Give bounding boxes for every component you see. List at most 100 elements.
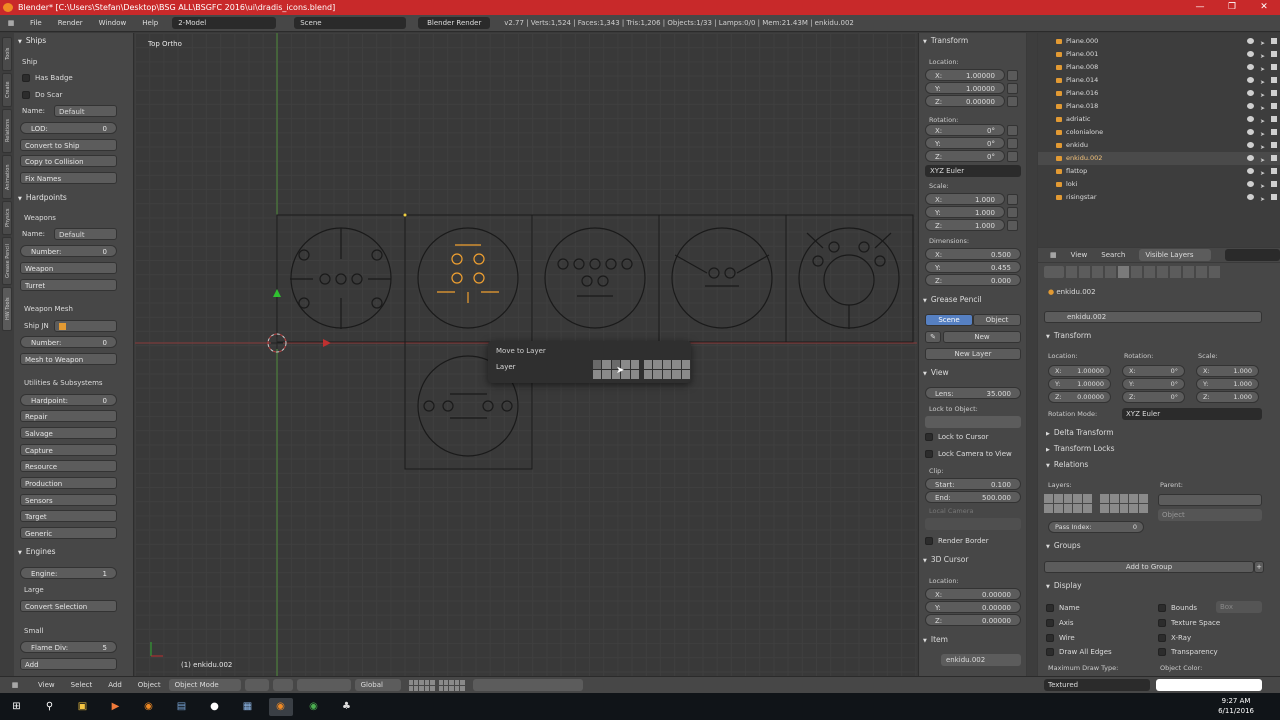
ships-header[interactable]: Ships: [18, 35, 46, 47]
ship-jn-field[interactable]: [54, 320, 117, 332]
world-tab-icon[interactable]: [1105, 266, 1116, 278]
weapon-number-field[interactable]: Number: 0: [20, 245, 117, 257]
np-local-camera-field[interactable]: [925, 518, 1021, 530]
display-axis-checkbox[interactable]: Axis: [1046, 618, 1074, 628]
editor-type-icon[interactable]: ▦: [0, 681, 30, 689]
outliner-item-selected[interactable]: enkidu.002 ➤: [1038, 152, 1280, 165]
app-icon-2[interactable]: ♣: [335, 698, 359, 716]
outliner-item[interactable]: loki ➤: [1038, 178, 1280, 191]
outliner-item[interactable]: Plane.018 ➤: [1038, 100, 1280, 113]
generic-button[interactable]: Generic: [20, 527, 117, 539]
np-grease-pencil-header[interactable]: Grease Pencil: [923, 294, 982, 306]
production-button[interactable]: Production: [20, 477, 117, 489]
display-xray-checkbox[interactable]: X-Ray: [1158, 633, 1191, 643]
np-item-header[interactable]: Item: [923, 634, 948, 646]
pr-rot-z[interactable]: Z: 0°: [1122, 391, 1185, 403]
np-lock-object-field[interactable]: [925, 416, 1021, 428]
pr-delta-transform-header[interactable]: Delta Transform: [1046, 427, 1114, 439]
outliner-item[interactable]: Plane.001 ➤: [1038, 48, 1280, 61]
pr-layers-grid-left[interactable]: [1044, 494, 1092, 513]
np-rotation-mode-dropdown[interactable]: XYZ Euler: [925, 165, 1021, 177]
minimize-button[interactable]: —: [1184, 0, 1216, 15]
outliner-item[interactable]: adriatic ➤: [1038, 113, 1280, 126]
data-tab-icon[interactable]: [1157, 266, 1168, 278]
outliner-item[interactable]: Plane.014 ➤: [1038, 74, 1280, 87]
blender-app-icon[interactable]: ◉: [137, 698, 161, 716]
turret-button[interactable]: Turret: [20, 279, 117, 291]
close-button[interactable]: ✕: [1248, 0, 1280, 15]
lock-icon[interactable]: [1007, 194, 1018, 205]
system-clock[interactable]: 9:27 AM 6/11/2016: [1218, 696, 1254, 716]
menu-add[interactable]: Add: [100, 681, 130, 689]
np-scale-x[interactable]: X: 1.000: [925, 193, 1005, 205]
pr-rot-x[interactable]: X: 0°: [1122, 365, 1185, 377]
start-button-icon[interactable]: ⊞: [5, 698, 29, 716]
editor-type-icon[interactable]: [1044, 266, 1064, 278]
menu-render[interactable]: Render: [50, 19, 91, 27]
mesh-number-field[interactable]: Number: 0: [20, 336, 117, 348]
pr-parent-field[interactable]: [1158, 494, 1262, 506]
engines-header[interactable]: Engines: [18, 546, 56, 558]
viewport-layers-right[interactable]: [438, 679, 465, 691]
display-wire-checkbox[interactable]: Wire: [1046, 633, 1075, 643]
max-draw-type-dropdown[interactable]: Textured: [1044, 679, 1150, 691]
np-rot-y[interactable]: Y: 0°: [925, 137, 1005, 149]
tab-hw-tools[interactable]: HW Tools: [2, 287, 12, 331]
salvage-button[interactable]: Salvage: [20, 427, 117, 439]
tab-physics[interactable]: Physics: [2, 201, 12, 235]
sensors-button[interactable]: Sensors: [20, 494, 117, 506]
gp-new-layer-button[interactable]: New Layer: [925, 348, 1021, 360]
gp-pencil-icon[interactable]: ✎: [925, 331, 941, 343]
outliner-item[interactable]: colonialone ➤: [1038, 126, 1280, 139]
gp-scene-toggle[interactable]: Scene: [925, 314, 973, 326]
lock-icon[interactable]: [1007, 96, 1018, 107]
menu-select[interactable]: Select: [63, 681, 101, 689]
bounds-type-dropdown[interactable]: Box: [1216, 601, 1262, 613]
pr-loc-z[interactable]: Z: 0.00000: [1048, 391, 1111, 403]
3d-viewport[interactable]: Top Ortho (1) enkidu.002 Move to Layer L…: [135, 33, 917, 676]
editor-type-icon[interactable]: ▦: [0, 19, 22, 27]
convert-to-ship-button[interactable]: Convert to Ship: [20, 139, 117, 151]
menu-view[interactable]: View: [30, 681, 63, 689]
pr-transform-locks-header[interactable]: Transform Locks: [1046, 443, 1115, 455]
capture-button[interactable]: Capture: [20, 444, 117, 456]
display-transparency-checkbox[interactable]: Transparency: [1158, 647, 1218, 657]
np-3d-cursor-header[interactable]: 3D Cursor: [923, 554, 969, 566]
lock-icon[interactable]: [1007, 151, 1018, 162]
app-icon[interactable]: ▤: [170, 698, 194, 716]
tab-animation[interactable]: Animation: [2, 155, 12, 199]
ship-name-field[interactable]: Default: [54, 105, 117, 117]
hardpoint-name-field[interactable]: Default: [54, 228, 117, 240]
scene-tab-icon[interactable]: [1092, 266, 1103, 278]
np-cursor-y[interactable]: Y: 0.00000: [925, 601, 1021, 613]
object-tab-icon[interactable]: [1118, 266, 1129, 278]
gp-new-button[interactable]: New: [943, 331, 1021, 343]
steam-icon[interactable]: ●: [203, 698, 227, 716]
pr-rotation-mode-dropdown[interactable]: XYZ Euler: [1122, 408, 1262, 420]
np-dim-z[interactable]: Z: 0.000: [925, 274, 1021, 286]
tab-relations[interactable]: Relations: [2, 109, 12, 153]
repair-button[interactable]: Repair: [20, 410, 117, 422]
lod-field[interactable]: LOD: 0: [20, 122, 117, 134]
file-explorer-icon[interactable]: ▣: [71, 698, 95, 716]
resource-button[interactable]: Resource: [20, 460, 117, 472]
add-button[interactable]: Add: [20, 658, 117, 670]
copy-to-collision-button[interactable]: Copy to Collision: [20, 155, 117, 167]
panel-scrollbar[interactable]: [1027, 33, 1037, 676]
plus-icon[interactable]: +: [1254, 561, 1264, 573]
np-scale-y[interactable]: Y: 1.000: [925, 206, 1005, 218]
lock-camera-checkbox[interactable]: Lock Camera to View: [925, 449, 1012, 459]
convert-selection-button[interactable]: Convert Selection: [20, 600, 117, 612]
outliner-item[interactable]: risingstar ➤: [1038, 191, 1280, 204]
blender-active-icon[interactable]: ◉: [268, 697, 293, 716]
lock-icon[interactable]: [1007, 207, 1018, 218]
viewport-layers-left[interactable]: [408, 679, 435, 691]
np-dim-x[interactable]: X: 0.500: [925, 248, 1021, 260]
outliner-search-menu[interactable]: Search: [1101, 251, 1125, 259]
gp-object-toggle[interactable]: Object: [973, 314, 1021, 326]
outliner-item[interactable]: Plane.008 ➤: [1038, 61, 1280, 74]
lock-icon[interactable]: [1007, 83, 1018, 94]
outliner-view-menu[interactable]: View: [1071, 251, 1088, 259]
lock-icon[interactable]: [1007, 220, 1018, 231]
constraints-tab-icon[interactable]: [1131, 266, 1142, 278]
